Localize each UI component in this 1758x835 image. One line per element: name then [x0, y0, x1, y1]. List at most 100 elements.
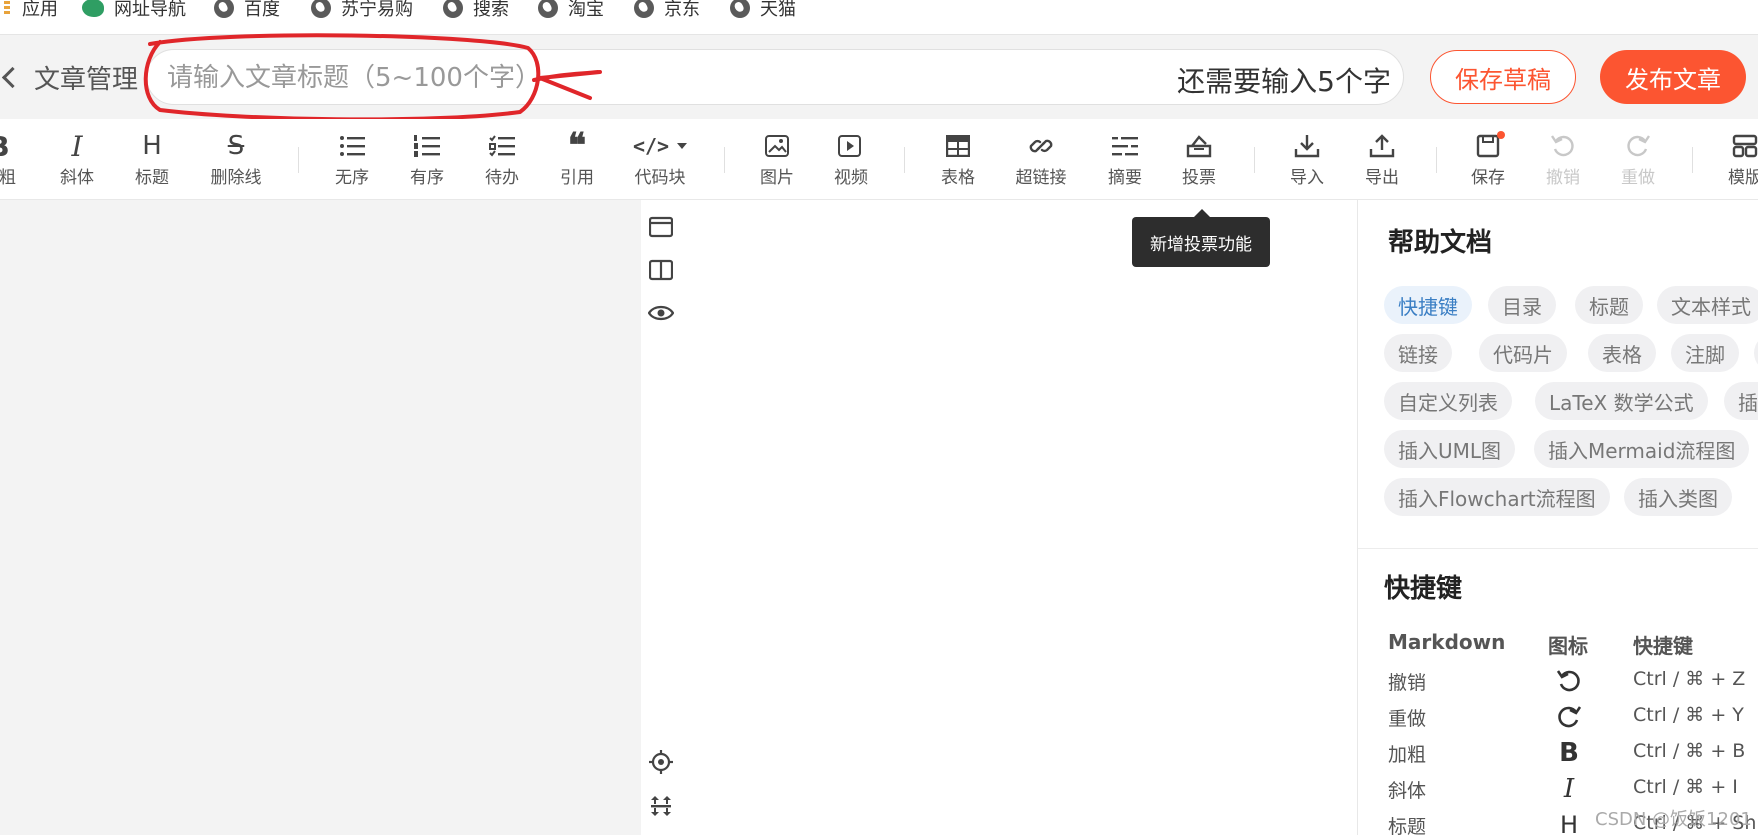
bookmark-search[interactable]: 搜索	[443, 0, 509, 22]
help-tag-uml[interactable]: 插入UML图	[1384, 430, 1516, 468]
bookmark-apps[interactable]: 应用	[4, 0, 58, 22]
help-tag-comment[interactable]: 注释	[1754, 334, 1758, 372]
help-tag-custom-list[interactable]: 自定义列表	[1384, 382, 1512, 420]
help-tag-shortcuts[interactable]: 快捷键	[1384, 286, 1472, 324]
import-icon	[1294, 135, 1320, 158]
help-tag-text-style[interactable]: 文本样式	[1657, 286, 1758, 324]
vote-tooltip: 新增投票功能	[1132, 209, 1270, 267]
bookmarks-bar: 应用 网址导航 百度 苏宁易购 搜索 淘宝 京东 天猫	[0, 0, 1758, 35]
shortcut-row: 撤销 Ctrl / ⌘ + Z	[1388, 668, 1746, 694]
eye-icon	[648, 305, 674, 321]
toolbar-separator	[904, 147, 905, 173]
toolbar-template[interactable]: 模版	[1710, 131, 1758, 191]
shortcut-row: 斜体 I Ctrl / ⌘ + I	[1388, 774, 1738, 804]
bookmark-baidu[interactable]: 百度	[214, 0, 280, 22]
toolbar-ordered-list[interactable]: 有序	[392, 131, 462, 191]
help-tag-gantt[interactable]: 插入甘特图	[1724, 382, 1758, 420]
ordered-list-icon	[414, 135, 440, 157]
bookmark-taobao[interactable]: 淘宝	[538, 0, 604, 22]
toolbar-strikethrough[interactable]: S 删除线	[201, 131, 271, 191]
split-view-icon	[649, 259, 673, 281]
preview-pane	[641, 200, 1356, 835]
publish-article-button[interactable]: 发布文章	[1600, 50, 1746, 104]
sync-scroll-icon	[651, 796, 671, 816]
toolbar-table[interactable]: 表格	[923, 131, 993, 191]
shortcuts-heading: 快捷键	[1384, 574, 1463, 604]
editor-header: 文章管理 还需要输入5个字 保存草稿 发布文章	[0, 35, 1758, 119]
chevron-left-icon	[1, 66, 24, 88]
toolbar-separator	[1692, 147, 1693, 173]
bookmark-nav[interactable]: 网址导航	[82, 0, 186, 22]
toolbar-redo[interactable]: 重做	[1603, 131, 1673, 191]
toolbar-link[interactable]: 超链接	[1006, 131, 1076, 191]
globe-icon	[214, 0, 234, 18]
layout-single-button[interactable]	[648, 214, 674, 240]
article-title-field: 还需要输入5个字	[146, 49, 1404, 105]
toolbar-image[interactable]: 图片	[742, 131, 812, 191]
locate-button[interactable]	[648, 749, 674, 775]
remaining-chars-hint: 还需要输入5个字	[1177, 65, 1391, 98]
crosshair-icon	[649, 750, 673, 774]
toolbar-separator	[298, 147, 299, 173]
bookmark-jd[interactable]: 京东	[634, 0, 700, 22]
toolbar-summary[interactable]: 摘要	[1090, 131, 1160, 191]
help-tag-class-diagram[interactable]: 插入类图	[1624, 478, 1732, 516]
save-draft-button[interactable]: 保存草稿	[1430, 50, 1576, 104]
bold-icon: B	[0, 130, 10, 163]
video-icon	[838, 135, 861, 157]
quote-icon: ❝	[567, 126, 587, 166]
redo-icon	[1627, 135, 1650, 157]
bookmark-suning[interactable]: 苏宁易购	[311, 0, 413, 22]
help-tag-heading[interactable]: 标题	[1575, 286, 1643, 324]
help-title: 帮助文档	[1388, 228, 1493, 258]
toolbar-separator	[1254, 147, 1255, 173]
code-block-icon: </>	[632, 134, 670, 158]
toolbar-save[interactable]: 保存	[1453, 131, 1523, 191]
column-markdown: Markdown	[1388, 630, 1506, 654]
toolbar-code-block[interactable]: </> 代码块	[625, 131, 695, 191]
leaf-icon	[82, 0, 104, 17]
help-tag-mermaid[interactable]: 插入Mermaid流程图	[1534, 430, 1750, 468]
unsaved-dot	[1497, 131, 1505, 139]
table-icon	[946, 135, 970, 157]
toolbar-separator	[1436, 147, 1437, 173]
help-tag-code[interactable]: 代码片	[1479, 334, 1567, 372]
sync-scroll-button[interactable]	[648, 793, 674, 819]
globe-icon	[311, 0, 331, 18]
undo-icon	[1551, 135, 1574, 157]
chevron-down-icon	[677, 143, 688, 149]
help-tag-toc[interactable]: 目录	[1488, 286, 1556, 324]
toolbar-export[interactable]: 导出	[1347, 131, 1417, 191]
unordered-list-icon	[340, 136, 365, 156]
single-column-icon	[649, 216, 673, 238]
layout-split-button[interactable]	[648, 257, 674, 283]
toolbar-italic[interactable]: I 斜体	[42, 130, 112, 191]
watermark: CSDN @饭饭1201	[1595, 809, 1752, 830]
globe-icon	[443, 0, 463, 18]
summary-icon	[1112, 135, 1138, 157]
apps-icon	[4, 1, 10, 15]
preview-toggle-button[interactable]	[648, 300, 674, 326]
toolbar-quote[interactable]: ❝ 引用	[542, 126, 612, 191]
shortcut-row: 重做 Ctrl / ⌘ + Y	[1388, 704, 1744, 730]
toolbar-bold[interactable]: B 加粗	[0, 130, 34, 191]
toolbar-undo[interactable]: 撤销	[1528, 131, 1598, 191]
help-tag-table[interactable]: 表格	[1588, 334, 1656, 372]
article-title-input[interactable]	[165, 58, 1009, 98]
toolbar-todo-list[interactable]: 待办	[467, 131, 537, 191]
toolbar-video[interactable]: 视频	[816, 131, 886, 191]
help-tag-footnote[interactable]: 注脚	[1671, 334, 1739, 372]
toolbar-heading[interactable]: H 标题	[117, 131, 187, 191]
help-tag-link[interactable]: 链接	[1384, 334, 1452, 372]
italic-icon: I	[1563, 774, 1575, 804]
toolbar-import[interactable]: 导入	[1272, 131, 1342, 191]
markdown-editor-pane[interactable]	[0, 200, 641, 835]
help-tag-latex[interactable]: LaTeX 数学公式	[1535, 382, 1708, 420]
heading-icon: H	[1559, 811, 1579, 835]
help-tag-flowchart[interactable]: 插入Flowchart流程图	[1384, 478, 1610, 516]
toolbar-unordered-list[interactable]: 无序	[317, 131, 387, 191]
bookmark-tmall[interactable]: 天猫	[730, 0, 796, 22]
redo-icon	[1558, 706, 1582, 728]
back-to-article-management[interactable]: 文章管理	[0, 57, 138, 97]
toolbar-vote[interactable]: 投票	[1164, 131, 1234, 191]
